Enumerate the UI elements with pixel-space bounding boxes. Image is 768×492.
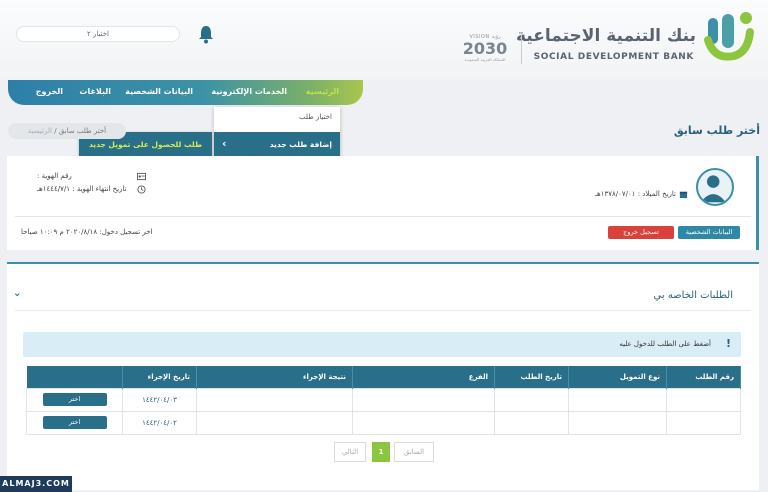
- alert-text: أضغط على الطلب للدخول عليه: [619, 340, 711, 348]
- birth-date: تاريخ الميلاد : ١٣٧٨/٠٧/٠١هـ: [594, 190, 676, 198]
- cell-financing-type: [568, 387, 667, 412]
- nav-logout[interactable]: الخروج: [36, 87, 63, 96]
- table-row[interactable]: اختر ١٤٤٢/٠٤/٠٢: [26, 410, 741, 435]
- id-number: رقم الهوية :: [37, 172, 72, 180]
- add-request-label: إضافة طلب جديد: [269, 140, 332, 149]
- cell-result: [196, 410, 353, 435]
- id-card-icon: [137, 172, 146, 181]
- cell-branch: [352, 410, 495, 435]
- cell-request-date: [494, 410, 569, 435]
- vision-bottom-text: المملكة العربية السعودية: [464, 57, 506, 62]
- brand-name-ar: بنك التنمية الاجتماعية: [515, 26, 696, 46]
- cell-result: [196, 387, 353, 412]
- nav-eservices[interactable]: الخدمات الإلكترونية: [211, 87, 287, 96]
- personal-data-button[interactable]: البيانات الشخصية: [678, 226, 740, 239]
- nav-home[interactable]: الرئيسية: [306, 87, 339, 96]
- cell-action-date: ١٤٤٢/٠٤/٠٢: [122, 410, 197, 435]
- breadcrumb-home[interactable]: الرئيسية: [28, 127, 52, 135]
- requests-table: تاريخ الإجراء نتيجة الإجراء الفرع تاريخ …: [26, 366, 741, 435]
- cell-branch: [352, 387, 495, 412]
- table-header-row: تاريخ الإجراء نتيجة الإجراء الفرع تاريخ …: [26, 366, 741, 388]
- avatar-icon: [696, 168, 734, 206]
- header: بنك التنمية الاجتماعية SOCIAL DEVELOPMEN…: [0, 0, 768, 80]
- role-select[interactable]: اختيار ٢: [16, 26, 180, 42]
- profile-card: تاريخ الميلاد : ١٣٧٨/٠٧/٠١هـ رقم الهوية …: [7, 156, 759, 250]
- section-title: الطلبات الخاصه بي: [653, 290, 733, 301]
- nav-personal-data[interactable]: البيانات الشخصية: [125, 87, 193, 96]
- breadcrumb-current: أختر طلب سابق: [58, 127, 107, 135]
- vision-year: 2030: [462, 39, 508, 58]
- vision-2030-logo: VISION رؤية 2030 المملكة العربية السعودي…: [460, 34, 510, 62]
- row-action-cell: اختر: [26, 387, 123, 412]
- col-header-action-date: تاريخ الإجراء: [122, 366, 197, 388]
- watermark: ALMAJ3.COM: [0, 476, 72, 492]
- nav-reports[interactable]: البلاغات: [79, 87, 111, 96]
- col-header-request-no: رقم الطلب: [666, 366, 741, 388]
- col-header-result: نتيجة الإجراء: [196, 366, 353, 388]
- profile-divider: [15, 216, 751, 217]
- breadcrumb: أختر طلب سابق / الرئيسية: [8, 123, 126, 139]
- table-row[interactable]: اختر ١٤٤٢/٠٤/٠٣: [26, 387, 741, 412]
- breadcrumb-separator: /: [54, 127, 57, 135]
- choose-button[interactable]: اختر: [42, 416, 107, 429]
- clock-icon: [137, 185, 146, 194]
- pagination-page[interactable]: 1: [372, 442, 390, 462]
- page-title: أختر طلب سابق: [673, 124, 760, 137]
- dropdown-item-add-request[interactable]: إضافة طلب جديد ‹: [214, 132, 340, 157]
- chevron-down-icon[interactable]: ⌄: [13, 288, 21, 299]
- main-nav: الرئيسية الخدمات الإلكترونية البيانات ال…: [8, 80, 363, 105]
- cell-action-date: ١٤٤٢/٠٤/٠٣: [122, 387, 197, 412]
- pagination-prev[interactable]: السابق: [394, 442, 434, 462]
- brand-name-en: SOCIAL DEVELOPMENT BANK: [533, 52, 694, 62]
- col-header-branch: الفرع: [352, 366, 495, 388]
- header-divider: [521, 34, 522, 64]
- cell-financing-type: [568, 410, 667, 435]
- chevron-left-icon: ‹: [222, 137, 227, 150]
- row-action-cell: اختر: [26, 410, 123, 435]
- calendar-icon: [679, 191, 688, 199]
- dropdown-item-choose-request[interactable]: اختيار طلب: [299, 113, 332, 121]
- col-header-request-date: تاريخ الطلب: [494, 366, 569, 388]
- cell-request-no: [666, 410, 741, 435]
- eservices-dropdown: اختيار طلب إضافة طلب جديد ‹: [214, 107, 340, 157]
- sdb-logo-icon: [704, 12, 754, 61]
- info-alert: أضغط على الطلب للدخول عليه !: [23, 332, 741, 357]
- col-header-financing-type: نوع التمويل: [568, 366, 667, 388]
- last-login: اخر تسجيل دخول: ٢٠٢٠/٨/١٨ م ١٠:٠٩ صباحا: [21, 228, 153, 236]
- exclamation-icon: !: [725, 337, 731, 350]
- cell-request-date: [494, 387, 569, 412]
- logout-button[interactable]: تسجيل خروج: [608, 226, 674, 239]
- id-expiry-date: تاريخ انتهاء الهوية : ١٤٤٤/٧/١هـ: [37, 185, 127, 193]
- col-header-blank: [26, 366, 123, 388]
- cell-request-no: [666, 387, 741, 412]
- section-divider: [15, 310, 751, 311]
- pagination-next[interactable]: التالي: [334, 442, 366, 462]
- choose-button[interactable]: اختر: [42, 393, 107, 406]
- bell-icon[interactable]: [198, 24, 214, 44]
